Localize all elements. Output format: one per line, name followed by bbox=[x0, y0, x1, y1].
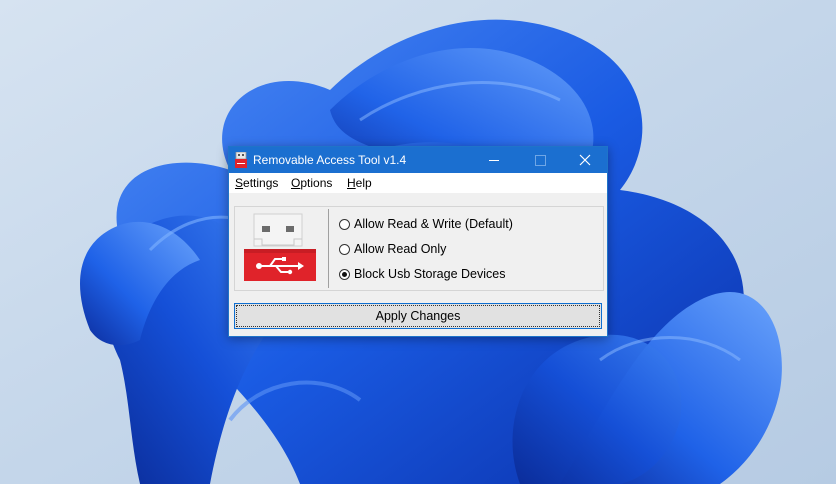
radio-allow-read-write[interactable]: Allow Read & Write (Default) bbox=[339, 215, 513, 233]
radio-block-usb-storage[interactable]: Block Usb Storage Devices bbox=[339, 265, 505, 283]
title-bar[interactable]: Removable Access Tool v1.4 bbox=[229, 147, 607, 173]
menu-settings[interactable]: Settings bbox=[235, 176, 278, 190]
menu-help[interactable]: Help bbox=[347, 176, 372, 190]
radio-button[interactable] bbox=[339, 243, 350, 255]
menu-bar: Settings Options Help bbox=[229, 173, 607, 193]
window-title: Removable Access Tool v1.4 bbox=[253, 153, 407, 167]
close-button[interactable] bbox=[562, 147, 608, 173]
radio-label-read-only: Allow Read Only bbox=[354, 242, 447, 256]
minimize-button[interactable] bbox=[471, 147, 517, 173]
radio-label-block-usb: Block Usb Storage Devices bbox=[354, 267, 506, 281]
vertical-divider bbox=[328, 209, 329, 288]
radio-button-selected[interactable] bbox=[339, 268, 350, 280]
menu-options[interactable]: Options bbox=[291, 176, 332, 190]
radio-allow-read-only[interactable]: Allow Read Only bbox=[339, 240, 446, 258]
close-icon bbox=[579, 154, 591, 166]
radio-button[interactable] bbox=[339, 218, 350, 230]
apply-changes-button[interactable]: Apply Changes bbox=[234, 303, 602, 329]
access-mode-group: Allow Read & Write (Default) Allow Read … bbox=[234, 206, 604, 291]
usb-stick-logo-icon bbox=[244, 213, 316, 281]
usb-drive-icon bbox=[235, 152, 247, 168]
maximize-button[interactable] bbox=[517, 147, 563, 173]
removable-access-tool-window: Removable Access Tool v1.4 Settings Opti… bbox=[228, 146, 608, 337]
radio-label-read-write: Allow Read & Write (Default) bbox=[354, 217, 513, 231]
